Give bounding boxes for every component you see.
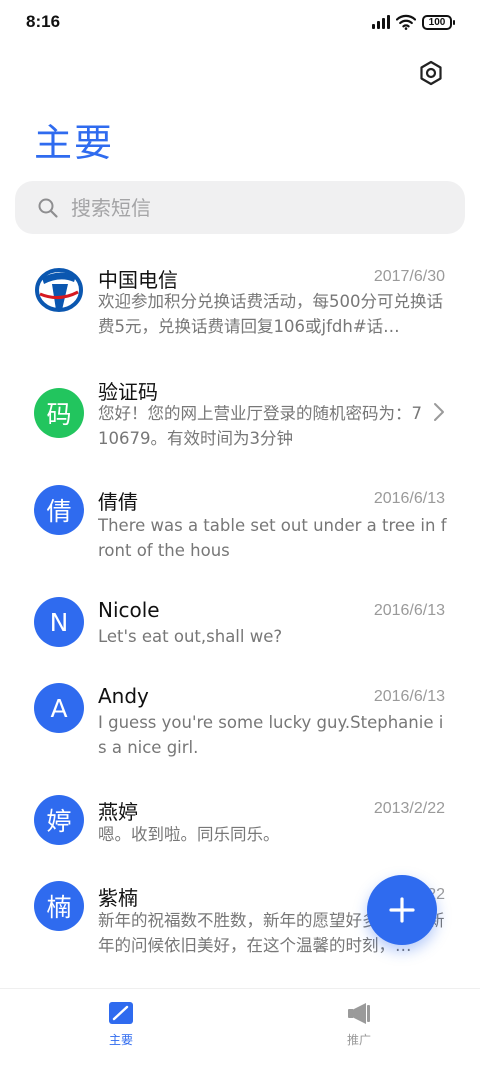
conversation-item[interactable]: N Nicole 2016/6/13 Let's eat out,shall w… bbox=[0, 592, 480, 692]
conversation-item[interactable]: 倩 倩倩 2016/6/13 There was a table set out… bbox=[0, 480, 480, 580]
tab-promotion[interactable]: 推广 bbox=[319, 1001, 399, 1061]
china-telecom-logo-icon bbox=[34, 264, 84, 314]
conversation-preview: 您好！您的网上营业厅登录的随机密码为：710679。有效时间为3分钟 bbox=[98, 404, 422, 448]
conversation-name: Nicole bbox=[98, 598, 160, 622]
conversation-item[interactable]: A Andy 2016/6/13 I guess you're some luc… bbox=[0, 678, 480, 778]
search-input[interactable] bbox=[69, 194, 433, 221]
conversation-preview: 欢迎参加积分兑换话费活动，每500分可兑换话费5元，兑换话费请回复106或jfd… bbox=[98, 292, 443, 336]
battery-icon: 100 bbox=[422, 14, 455, 30]
conversation-preview: 嗯。收到啦。同乐同乐。 bbox=[98, 825, 280, 844]
conversation-date: 2016/6/13 bbox=[373, 688, 445, 705]
settings-button[interactable] bbox=[414, 56, 448, 90]
conversation-name: 燕婷 bbox=[98, 800, 138, 824]
compose-icon bbox=[109, 1002, 133, 1024]
conversation-avatar: 倩 bbox=[34, 485, 84, 535]
conversation-date: 2016/6/13 bbox=[373, 490, 445, 507]
status-time: 8:16 bbox=[26, 12, 61, 31]
conversation-item[interactable]: 中国电信 2017/6/30 欢迎参加积分兑换话费活动，每500分可兑换话费5元… bbox=[0, 256, 480, 356]
megaphone-icon bbox=[348, 1003, 370, 1024]
conversation-avatar: A bbox=[34, 683, 84, 733]
conversation-avatar: 码 bbox=[34, 388, 84, 438]
battery-level: 100 bbox=[428, 16, 446, 28]
conversation-name: 紫楠 bbox=[98, 886, 138, 910]
conversation-preview: I guess you're some lucky guy.Stephanie … bbox=[98, 713, 444, 757]
gear-icon bbox=[420, 60, 442, 86]
search-bar[interactable] bbox=[15, 181, 465, 234]
tab-main-label: 主要 bbox=[108, 1033, 133, 1047]
signal-icon bbox=[372, 15, 390, 29]
conversation-preview: Let's eat out,shall we? bbox=[98, 627, 283, 646]
conversation-avatar: 婷 bbox=[34, 795, 84, 845]
chevron-right-icon bbox=[434, 403, 444, 421]
plus-icon bbox=[389, 897, 415, 923]
conversation-item[interactable]: 码 验证码 您好！您的网上营业厅登录的随机密码为：710679。有效时间为3分钟 bbox=[0, 368, 480, 468]
conversation-date: 2016/6/13 bbox=[373, 602, 445, 619]
tab-main[interactable]: 主要 bbox=[81, 1001, 161, 1061]
conversation-date: 2013/2/22 bbox=[373, 800, 445, 817]
status-icons: 100 bbox=[372, 14, 455, 30]
status-bar: 8:16 100 bbox=[0, 0, 480, 48]
search-icon bbox=[38, 198, 58, 218]
bottom-nav: 主要 推广 bbox=[0, 988, 480, 1066]
conversation-name: 倩倩 bbox=[98, 490, 138, 514]
conversation-avatar: 楠 bbox=[34, 881, 84, 931]
messages-app: 8:16 100 主要 搜索短信 中国电信 2017/6/30 欢迎参加积分兑换… bbox=[0, 0, 480, 1066]
new-message-button[interactable] bbox=[367, 875, 437, 945]
conversation-avatar: N bbox=[34, 597, 84, 647]
tab-promotion-label: 推广 bbox=[346, 1033, 371, 1047]
wifi-icon bbox=[396, 14, 416, 30]
conversation-date: 2017/6/30 bbox=[373, 268, 445, 285]
conversation-preview: There was a table set out under a tree i… bbox=[98, 516, 447, 560]
conversation-name: Andy bbox=[98, 684, 149, 708]
page-title: 主要 bbox=[34, 121, 115, 165]
